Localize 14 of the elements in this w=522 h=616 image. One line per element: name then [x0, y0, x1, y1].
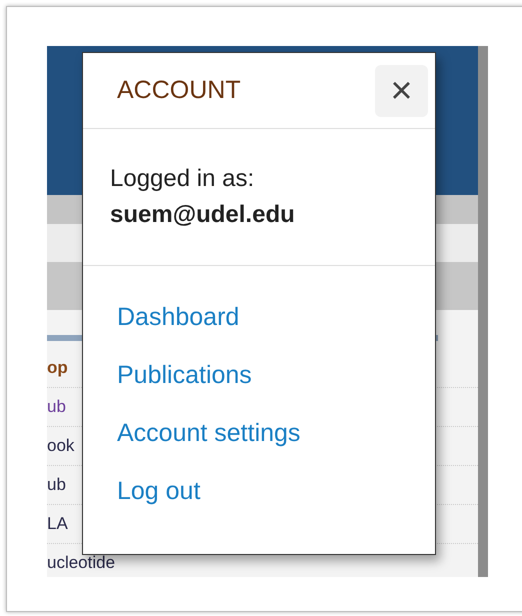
list-item-text: ub: [47, 474, 66, 496]
list-item-text: ub: [47, 396, 66, 418]
logged-in-label: Logged in as:: [110, 164, 254, 194]
user-email: suem@udel.edu: [110, 200, 295, 230]
list-item-text: ucleotide: [47, 552, 116, 574]
list-item-text: ook: [47, 435, 74, 458]
menu-link[interactable]: Account settings: [117, 416, 300, 451]
popup-title: ACCOUNT: [117, 74, 241, 106]
menu-link[interactable]: Log out: [117, 474, 200, 509]
menu-link[interactable]: Publications: [117, 358, 252, 393]
close-button[interactable]: ×: [375, 64, 428, 116]
list-item-text: op: [47, 356, 68, 379]
list-item-text: LA: [47, 513, 68, 536]
menu-link[interactable]: Dashboard: [117, 300, 240, 335]
